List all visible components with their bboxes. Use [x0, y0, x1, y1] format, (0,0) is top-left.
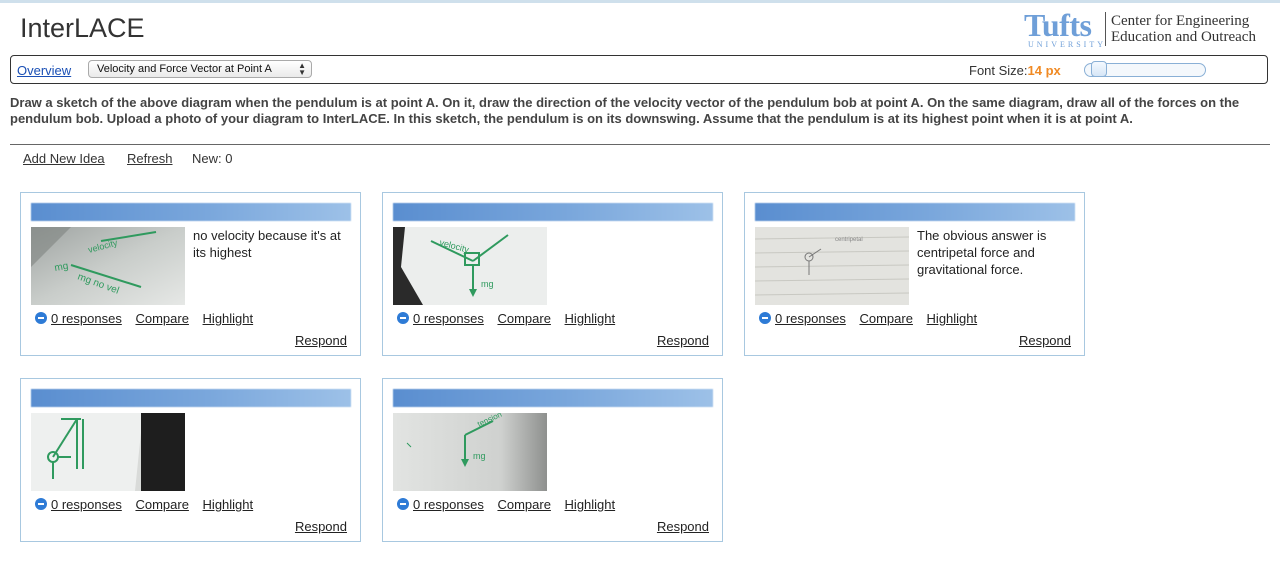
author-name-redacted	[393, 203, 713, 221]
center-name-line2: Education and Outreach	[1111, 29, 1256, 45]
card-links: 0 responses Compare Highlight	[397, 497, 615, 512]
svg-text:mg: mg	[473, 451, 486, 461]
responses-link[interactable]: 0 responses	[413, 497, 484, 512]
tufts-university-label: UNIVERSITY	[1028, 40, 1106, 49]
app-title: InterLACE	[20, 13, 145, 43]
idea-photo[interactable]: velocity mg	[393, 227, 547, 305]
responses-link[interactable]: 0 responses	[51, 497, 122, 512]
idea-card: velocity mg 0 responses Compare Highligh…	[382, 192, 723, 356]
idea-photo[interactable]	[31, 413, 185, 491]
add-new-idea-link[interactable]: Add New Idea	[23, 151, 105, 166]
font-size-label: Font Size:	[969, 63, 1028, 78]
tufts-wordmark: Tufts	[1024, 7, 1092, 43]
new-count: New: 0	[192, 151, 232, 166]
select-arrows-icon: ▲ ▼	[298, 61, 306, 77]
tufts-logo: Tufts UNIVERSITY Center for Engineering …	[1024, 7, 1264, 50]
font-size-value: 14 px	[1027, 63, 1061, 78]
card-links: 0 responses Compare Highlight	[397, 311, 615, 326]
idea-card: 0 responses Compare Highlight Respond	[20, 378, 361, 542]
responses-link[interactable]: 0 responses	[775, 311, 846, 326]
idea-text: no velocity because it's at its highest	[193, 228, 341, 260]
collapse-icon[interactable]	[759, 312, 771, 324]
idea-card: centripetal The obvious answer is centri…	[744, 192, 1085, 356]
collapse-icon[interactable]	[397, 498, 409, 510]
idea-photo[interactable]: velocity mg no vel mg	[31, 227, 185, 305]
toolbar: Overview Velocity and Force Vector at Po…	[10, 55, 1268, 84]
card-links: 0 responses Compare Highlight	[759, 311, 977, 326]
author-name-redacted	[31, 389, 351, 407]
refresh-link[interactable]: Refresh	[127, 151, 173, 166]
question-select[interactable]: Velocity and Force Vector at Point A ▲ ▼	[88, 60, 312, 78]
collapse-icon[interactable]	[35, 498, 47, 510]
respond-link[interactable]: Respond	[657, 333, 709, 348]
highlight-link[interactable]: Highlight	[565, 311, 616, 326]
card-links: 0 responses Compare Highlight	[35, 497, 253, 512]
compare-link[interactable]: Compare	[497, 311, 550, 326]
responses-link[interactable]: 0 responses	[413, 311, 484, 326]
question-select-value: Velocity and Force Vector at Point A	[97, 63, 272, 75]
overview-link[interactable]: Overview	[17, 63, 71, 78]
logo-divider	[1105, 12, 1106, 46]
idea-photo[interactable]: centripetal	[755, 227, 909, 305]
compare-link[interactable]: Compare	[135, 497, 188, 512]
highlight-link[interactable]: Highlight	[203, 497, 254, 512]
new-count-label: New:	[192, 151, 222, 166]
new-count-value: 0	[225, 151, 233, 166]
respond-link[interactable]: Respond	[295, 333, 347, 348]
question-prompt: Draw a sketch of the above diagram when …	[10, 95, 1240, 126]
center-name-line1: Center for Engineering	[1111, 13, 1250, 29]
highlight-link[interactable]: Highlight	[927, 311, 978, 326]
compare-link[interactable]: Compare	[135, 311, 188, 326]
respond-link[interactable]: Respond	[295, 519, 347, 534]
author-name-redacted	[755, 203, 1075, 221]
compare-link[interactable]: Compare	[859, 311, 912, 326]
idea-photo[interactable]: tension mg	[393, 413, 547, 491]
card-links: 0 responses Compare Highlight	[35, 311, 253, 326]
highlight-link[interactable]: Highlight	[203, 311, 254, 326]
highlight-link[interactable]: Highlight	[565, 497, 616, 512]
compare-link[interactable]: Compare	[497, 497, 550, 512]
author-name-redacted	[31, 203, 351, 221]
divider	[10, 144, 1270, 145]
font-size-control: Font Size:14 px	[969, 63, 1061, 78]
top-stripe	[0, 0, 1280, 3]
font-size-slider-handle[interactable]	[1091, 61, 1107, 77]
idea-text: The obvious answer is centripetal force …	[917, 228, 1047, 277]
author-name-redacted	[393, 389, 713, 407]
collapse-icon[interactable]	[397, 312, 409, 324]
svg-text:mg: mg	[481, 279, 494, 289]
idea-card: velocity mg no vel mg no velocity becaus…	[20, 192, 361, 356]
responses-link[interactable]: 0 responses	[51, 311, 122, 326]
collapse-icon[interactable]	[35, 312, 47, 324]
respond-link[interactable]: Respond	[1019, 333, 1071, 348]
idea-card: tension mg 0 responses Compare Highlight…	[382, 378, 723, 542]
svg-text:centripetal: centripetal	[835, 237, 863, 243]
respond-link[interactable]: Respond	[657, 519, 709, 534]
center-name: Center for Engineering Education and Out…	[1111, 13, 1256, 45]
